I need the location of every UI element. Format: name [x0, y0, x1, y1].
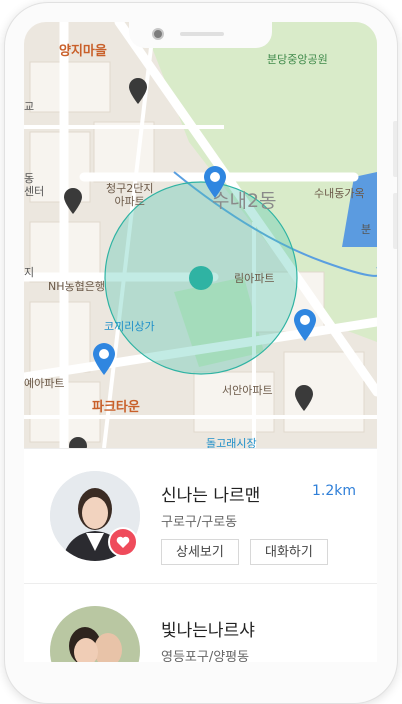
- map-pin-icon[interactable]: [202, 165, 228, 199]
- map-pin-icon[interactable]: [63, 187, 83, 215]
- map-label: 예아파트: [24, 377, 65, 390]
- my-location-dot: [189, 266, 213, 290]
- avatar[interactable]: [50, 606, 140, 662]
- chat-button[interactable]: 대화하기: [250, 539, 328, 565]
- favorite-button[interactable]: [108, 527, 138, 557]
- map-label: 서안아파트: [222, 384, 273, 397]
- detail-button[interactable]: 상세보기: [161, 539, 239, 565]
- volume-button: [393, 121, 397, 177]
- map-label: 수내동가옥: [314, 187, 365, 200]
- map-label: 지: [24, 266, 35, 279]
- map-pin-icon[interactable]: [292, 308, 318, 342]
- map-label: 파크타운: [92, 400, 140, 415]
- user-name: 빛나는나르샤: [161, 621, 255, 641]
- front-camera: [152, 28, 164, 40]
- map-label: 돌고래시장: [206, 437, 257, 448]
- map-label: 림아파트: [234, 272, 275, 285]
- map-pin-icon[interactable]: [128, 77, 148, 105]
- map-label: 코끼리상가: [104, 320, 155, 333]
- map-label: 동 센터: [24, 172, 45, 198]
- map-pin-icon[interactable]: [68, 436, 88, 448]
- heart-icon: [116, 536, 130, 548]
- user-location: 영등포구/양평동: [161, 650, 250, 662]
- user-distance: 1.2km: [311, 483, 356, 499]
- map-label: 분: [361, 223, 372, 236]
- map-label: 청구2단지 아파트: [106, 182, 154, 208]
- power-button: [393, 193, 397, 249]
- map-pin-icon[interactable]: [294, 384, 314, 412]
- map-label: 양지마을: [59, 44, 107, 59]
- speaker: [180, 32, 224, 36]
- map-base: [24, 22, 377, 448]
- map-label: NH농협은행: [48, 280, 105, 293]
- user-location: 구로구/구로동: [161, 515, 238, 530]
- map-pin-icon[interactable]: [91, 342, 117, 376]
- user-name: 신나는 나르맨: [161, 486, 261, 506]
- user-card[interactable]: 신나는 나르맨 1.2km 구로구/구로동 상세보기 대화하기: [24, 448, 377, 583]
- map-label: 교: [24, 100, 35, 113]
- map-view[interactable]: 양지마을 분당중앙공원 교 동 센터 청구2단지 아파트 수내2동 수내동가옥 …: [24, 22, 377, 448]
- user-card[interactable]: 빛나는나르샤 영등포구/양평동: [24, 583, 377, 662]
- map-label: 분당중앙공원: [267, 53, 328, 66]
- app-screen: 양지마을 분당중앙공원 교 동 센터 청구2단지 아파트 수내2동 수내동가옥 …: [24, 22, 377, 662]
